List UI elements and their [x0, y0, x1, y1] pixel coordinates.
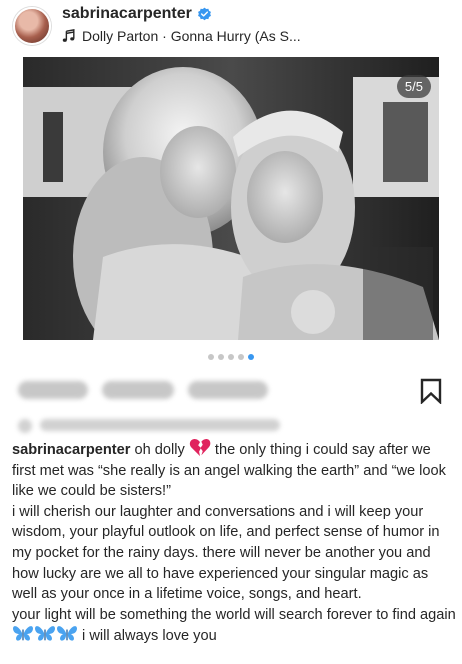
caption-text: i will always love you	[78, 628, 217, 645]
carousel-dot	[228, 354, 234, 360]
caption-paragraph-2: i will cherish our laughter and conversa…	[12, 503, 440, 603]
comment-action-blurred[interactable]	[102, 381, 174, 399]
carousel-dot	[218, 354, 224, 360]
caption-username[interactable]: sabrinacarpenter	[12, 442, 130, 458]
username[interactable]: sabrinacarpenter	[62, 5, 192, 23]
audio-track[interactable]: Dolly Parton · Gonna Hurry (As S...	[62, 28, 301, 44]
username-row[interactable]: sabrinacarpenter	[62, 5, 212, 23]
carousel-indicator	[0, 354, 462, 360]
butterfly-icon	[35, 626, 55, 641]
audio-label: Dolly Parton · Gonna Hurry (As S...	[82, 28, 301, 44]
butterfly-icon	[13, 626, 33, 641]
blurred-actions	[18, 381, 268, 399]
action-bar	[0, 373, 462, 409]
post-header: sabrinacarpenter Dolly Parton · Gonna Hu…	[0, 0, 462, 56]
avatar[interactable]	[13, 7, 51, 45]
carousel-dot-active	[248, 354, 254, 360]
butterfly-icon	[57, 626, 77, 641]
carousel-dot	[208, 354, 214, 360]
carousel-counter: 5/5	[396, 75, 431, 98]
bookmark-icon[interactable]	[420, 378, 442, 404]
carousel-dot	[238, 354, 244, 360]
caption-text: oh dolly	[130, 442, 189, 458]
broken-heart-icon	[189, 438, 211, 457]
liked-by-blurred	[18, 419, 280, 433]
like-action-blurred[interactable]	[18, 381, 88, 399]
music-note-icon	[62, 29, 75, 42]
share-action-blurred[interactable]	[188, 381, 268, 399]
liked-text-blurred	[40, 419, 280, 431]
verified-badge-icon	[197, 7, 211, 20]
post-image[interactable]: 5/5	[23, 57, 439, 340]
caption-paragraph-3: your light will be something the world w…	[12, 605, 457, 647]
caption-paragraph-1: sabrinacarpenter oh dolly the only thing…	[12, 438, 457, 502]
photo-bw	[23, 57, 439, 340]
caption-text: your light will be something the world w…	[12, 606, 456, 623]
liked-avatar-blurred	[18, 419, 32, 433]
post-caption: sabrinacarpenter oh dolly the only thing…	[12, 438, 457, 647]
